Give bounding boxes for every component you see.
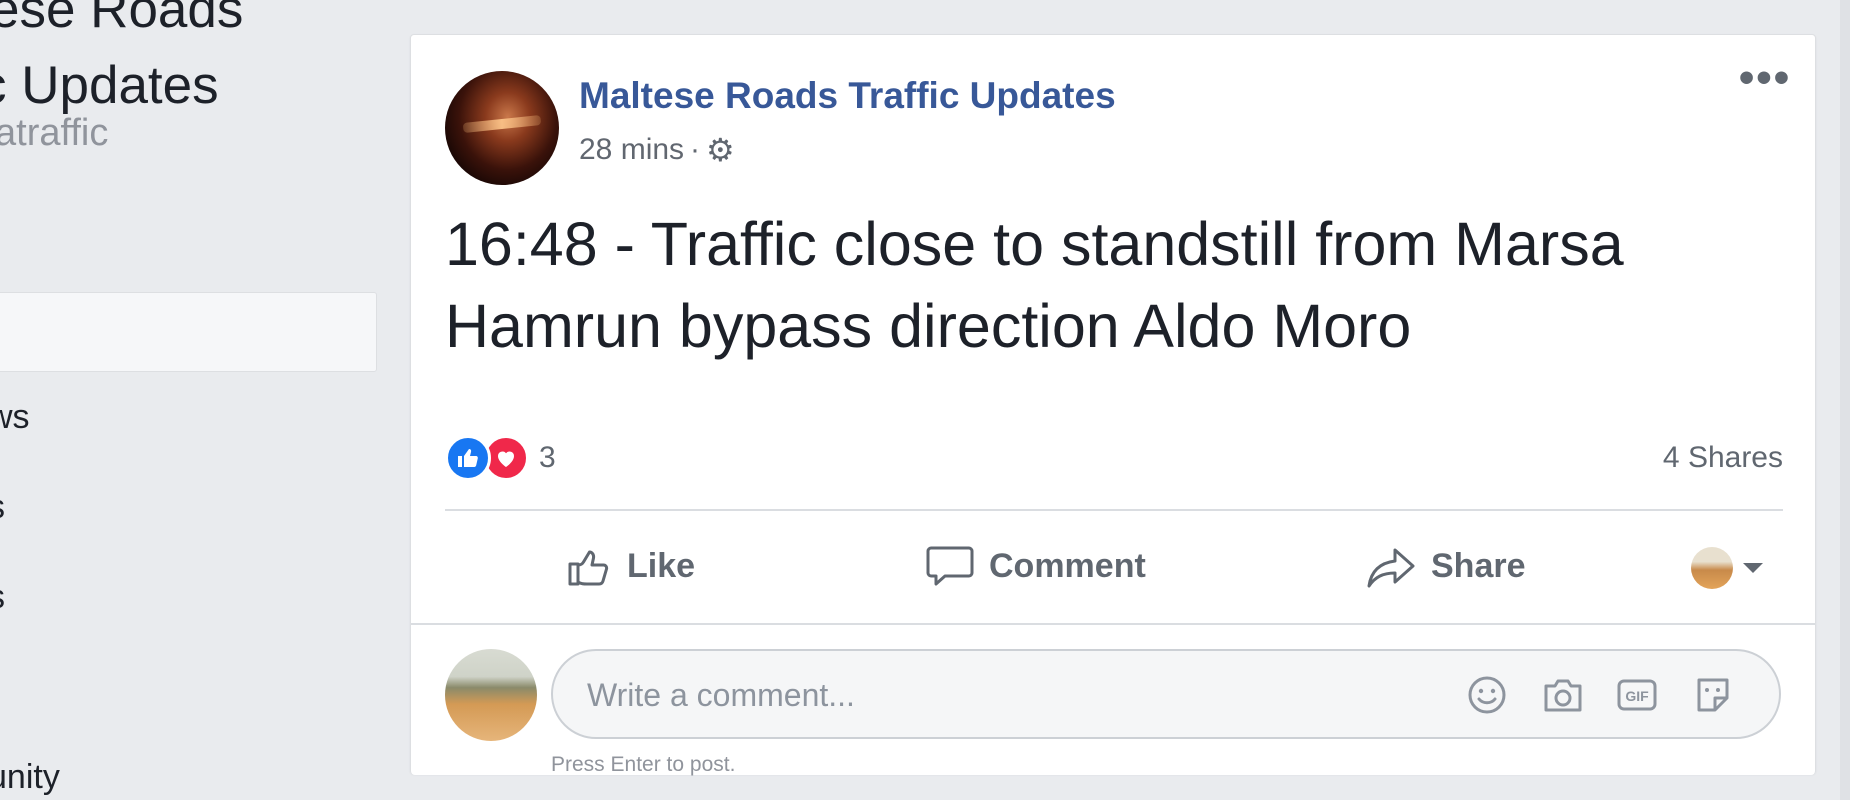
share-arrow-icon — [1367, 548, 1415, 588]
meta-separator: · — [690, 133, 701, 166]
sidebar-button-box[interactable] — [0, 292, 377, 372]
page-title: ese Roads c Updates — [0, 0, 390, 115]
like-label: Like — [627, 546, 696, 585]
svg-text:GIF: GIF — [1625, 688, 1649, 704]
like-button[interactable]: Like — [565, 511, 695, 621]
gear-icon[interactable]: ⚙ — [706, 131, 735, 169]
share-label: Share — [1431, 546, 1526, 585]
reactions-summary[interactable]: 3 — [445, 435, 556, 481]
sidebar-item-3[interactable]: s — [0, 578, 5, 617]
comment-label: Comment — [989, 546, 1146, 585]
post-text: 16:48 - Traffic close to standstill from… — [445, 210, 1624, 360]
share-button[interactable]: Share — [1365, 511, 1526, 621]
camera-icon[interactable] — [1539, 671, 1587, 719]
shares-count[interactable]: 4 Shares — [1663, 441, 1783, 475]
page-avatar[interactable] — [445, 71, 559, 185]
user-avatar[interactable] — [445, 649, 537, 741]
emoji-icon[interactable] — [1463, 671, 1511, 719]
page-name-link[interactable]: Maltese Roads Traffic Updates — [579, 75, 1116, 117]
comment-button[interactable]: Comment — [925, 511, 1146, 621]
reaction-count: 3 — [539, 441, 556, 474]
post-card: Maltese Roads Traffic Updates 28 mins · … — [410, 34, 1816, 776]
page-title-line1: ese Roads — [0, 0, 244, 39]
audience-avatar — [1691, 547, 1733, 589]
page-sidebar: ese Roads c Updates atraffic ws s s unit… — [0, 0, 390, 800]
comment-icon — [926, 546, 974, 586]
like-reaction-icon — [445, 435, 491, 481]
press-enter-hint: Press Enter to post. — [551, 753, 736, 776]
post-meta: 28 mins · ⚙ — [579, 131, 735, 169]
page-handle[interactable]: atraffic — [0, 112, 108, 155]
sidebar-item-2[interactable]: s — [0, 488, 5, 527]
chevron-down-icon — [1743, 563, 1763, 573]
audience-selector[interactable] — [1691, 547, 1763, 589]
more-options-button[interactable]: ••• — [1735, 56, 1795, 103]
thumbs-up-icon — [568, 550, 609, 586]
post-timestamp[interactable]: 28 mins — [579, 133, 684, 167]
sticker-icon[interactable] — [1689, 671, 1737, 719]
comment-input[interactable] — [585, 651, 1449, 739]
sidebar-item-community[interactable]: unity — [0, 758, 60, 797]
gif-icon[interactable]: GIF — [1613, 671, 1661, 719]
post-actions: Like Comment Share — [445, 511, 1783, 621]
comment-composer: GIF Press Enter to post. — [411, 623, 1815, 776]
comment-box: GIF — [551, 649, 1781, 739]
right-edge — [1840, 0, 1850, 800]
sidebar-item-reviews[interactable]: ws — [0, 398, 30, 437]
